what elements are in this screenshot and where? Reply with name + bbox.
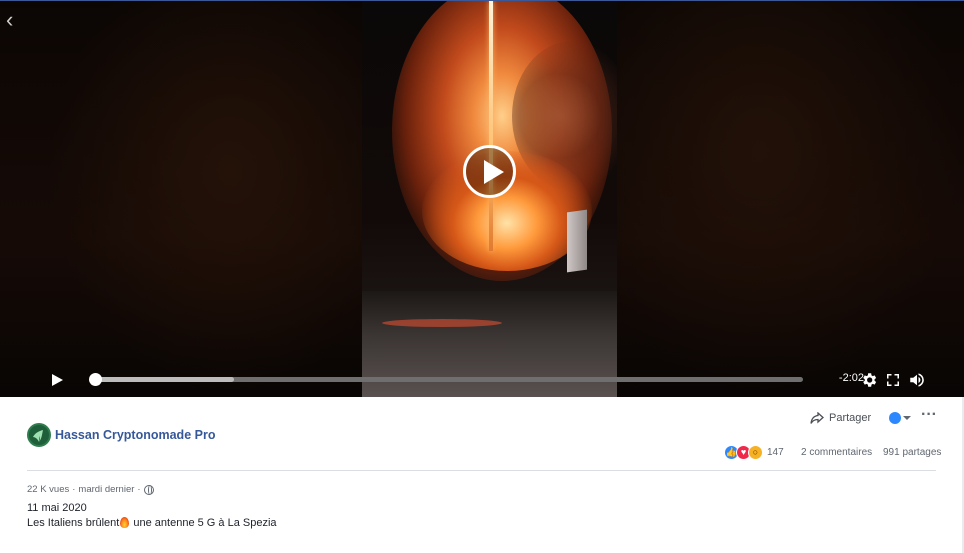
page-name-link[interactable]: Hassan Cryptonomade Pro — [55, 428, 215, 442]
video-frame — [362, 1, 617, 397]
comments-count-link[interactable]: 2 commentaires — [801, 447, 872, 458]
reactions-count: 147 — [767, 446, 784, 458]
reactions-summary[interactable]: 👍 ♥ ○ 147 — [724, 444, 784, 460]
buffered-progress — [92, 377, 235, 382]
road-reflection — [382, 319, 502, 327]
more-dots-icon[interactable]: ··· — [921, 407, 937, 425]
chevron-left-icon[interactable]: ‹ — [6, 9, 26, 31]
shares-count-link[interactable]: 991 partages — [883, 447, 941, 458]
mini-avatar — [889, 412, 901, 424]
meta-separator: · — [137, 484, 141, 495]
post-caption: Les Italiens brûlent une antenne 5 G à L… — [27, 516, 277, 529]
gear-icon[interactable] — [860, 371, 878, 389]
share-label: Partager — [829, 412, 872, 424]
fire-emoji — [119, 516, 130, 528]
progress-bar[interactable] — [89, 373, 803, 386]
progress-handle[interactable] — [89, 373, 102, 386]
player-controls: -2:02 — [0, 363, 964, 397]
flag — [567, 209, 587, 273]
post-date-line: 11 mai 2020 — [27, 502, 87, 514]
fullscreen-icon[interactable] — [884, 371, 902, 389]
divider — [27, 470, 936, 471]
time-remaining: -2:02 — [838, 372, 864, 384]
caption-text-end: une antenne 5 G à La Spezia — [130, 517, 277, 529]
meta-separator: · — [72, 484, 76, 495]
avatar[interactable] — [27, 423, 51, 447]
volume-icon[interactable] — [908, 371, 926, 389]
post-meta: 22 K vues · mardi dernier · — [27, 484, 154, 495]
burning-antenna — [489, 1, 493, 251]
globe-icon — [143, 484, 154, 495]
profile-switcher[interactable] — [889, 410, 915, 426]
view-count: 22 K vues — [27, 484, 70, 495]
caption-text-start: Les Italiens brûlent — [27, 517, 120, 529]
video-post-page: ‹ -2:02 Hassan Cryptonomade Pro Partager… — [0, 0, 964, 553]
share-arrow-icon — [810, 411, 824, 425]
video-player[interactable]: ‹ -2:02 — [0, 0, 964, 397]
wow-reaction-icon: ○ — [748, 444, 763, 460]
share-button[interactable]: Partager — [810, 410, 871, 426]
play-icon[interactable] — [52, 374, 64, 388]
play-overlay-button[interactable] — [463, 145, 516, 198]
post-timestamp[interactable]: mardi dernier — [78, 484, 134, 495]
chevron-down-icon — [903, 416, 911, 420]
